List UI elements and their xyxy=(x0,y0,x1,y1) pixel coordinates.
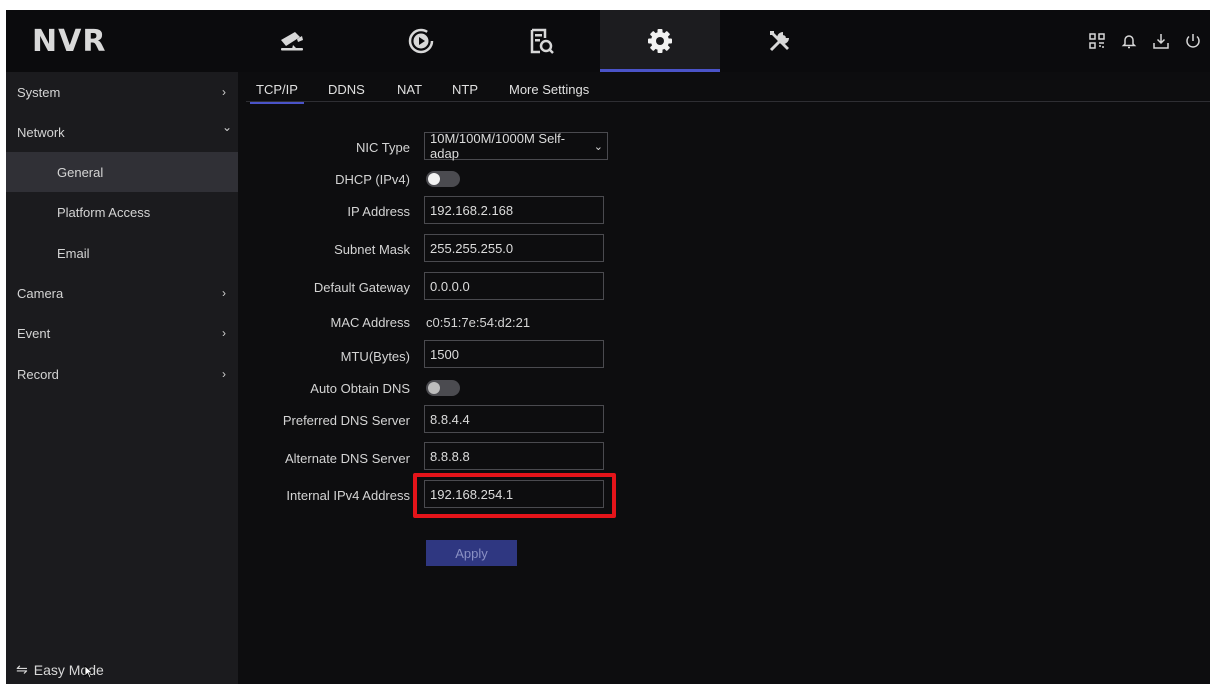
ip-address-label: IP Address xyxy=(347,204,410,219)
ip-address-field[interactable]: 192.168.2.168 xyxy=(424,196,604,224)
mouse-cursor-icon xyxy=(84,665,94,679)
mac-address-label: MAC Address xyxy=(330,315,410,330)
nav-tab-file-search[interactable] xyxy=(480,10,600,72)
auto-dns-label: Auto Obtain DNS xyxy=(310,381,410,396)
chevron-right-icon: › xyxy=(222,367,226,381)
sidebar-item-label: Network xyxy=(17,124,65,140)
nav-tab-configuration[interactable] xyxy=(600,10,720,72)
sidebar-item-system[interactable]: System › xyxy=(6,72,238,112)
tab-nat[interactable]: NAT xyxy=(397,82,422,97)
nvr-logo: NVR xyxy=(32,24,107,59)
subnet-mask-field[interactable]: 255.255.255.0 xyxy=(424,234,604,262)
download-icon[interactable] xyxy=(1152,32,1170,50)
playback-icon xyxy=(408,28,434,54)
nav-tab-live-view[interactable] xyxy=(232,10,352,72)
nic-type-label: NIC Type xyxy=(356,140,410,155)
default-gateway-label: Default Gateway xyxy=(313,280,410,295)
alternate-dns-field[interactable]: 8.8.8.8 xyxy=(424,442,604,470)
tab-ddns[interactable]: DDNS xyxy=(328,82,365,97)
sidebar-item-camera[interactable]: Camera › xyxy=(6,273,238,313)
qr-code-icon[interactable] xyxy=(1088,32,1106,50)
sidebar-item-label: Camera xyxy=(17,285,64,301)
sidebar-item-record[interactable]: Record › xyxy=(6,354,238,394)
tab-ntp[interactable]: NTP xyxy=(452,82,478,97)
preferred-dns-label: Preferred DNS Server xyxy=(282,413,410,428)
sidebar-item-email[interactable]: Email xyxy=(6,233,238,273)
subnet-mask-label: Subnet Mask xyxy=(334,242,410,257)
power-icon[interactable] xyxy=(1184,32,1202,50)
top-right-toolbar xyxy=(1088,32,1202,50)
alternate-dns-value: 8.8.8.8 xyxy=(430,448,470,464)
file-search-icon xyxy=(530,28,554,54)
chevron-down-icon: ⌄ xyxy=(593,140,603,153)
chevron-right-icon: › xyxy=(222,85,226,99)
default-gateway-field[interactable]: 0.0.0.0 xyxy=(424,272,604,300)
bell-icon[interactable] xyxy=(1120,32,1138,50)
mtu-field[interactable]: 1500 xyxy=(424,340,604,368)
gear-icon xyxy=(648,29,672,53)
sidebar-item-event[interactable]: Event › xyxy=(6,313,238,353)
sidebar-item-label: Record xyxy=(17,366,59,382)
mtu-label: MTU(Bytes) xyxy=(340,349,410,364)
ip-address-value: 192.168.2.168 xyxy=(430,202,514,218)
dhcp-label: DHCP (IPv4) xyxy=(335,172,410,187)
apply-button[interactable]: Apply xyxy=(426,540,517,566)
chevron-right-icon: › xyxy=(222,326,226,340)
tools-icon xyxy=(769,31,789,52)
sidebar-item-label: Email xyxy=(57,245,90,261)
internal-ipv4-label: Internal IPv4 Address xyxy=(286,488,410,503)
sidebar-item-label: System xyxy=(17,84,61,100)
tab-tcp-ip[interactable]: TCP/IP xyxy=(250,82,304,104)
auto-dns-toggle[interactable] xyxy=(426,380,460,396)
default-gateway-value: 0.0.0.0 xyxy=(430,278,470,294)
subtab-bar: TCP/IP DDNS NAT NTP More Settings xyxy=(246,72,1210,104)
preferred-dns-value: 8.8.4.4 xyxy=(430,411,470,427)
nav-tab-maintenance[interactable] xyxy=(720,10,840,72)
swap-icon: ⇋ xyxy=(16,661,28,677)
sidebar-item-label: Platform Access xyxy=(57,204,151,220)
nic-type-select[interactable]: 10M/100M/1000M Self-adap ⌄ xyxy=(424,131,608,161)
sidebar-item-platform-access[interactable]: Platform Access xyxy=(6,192,238,232)
mac-address-value: c0:51:7e:54:d2:21 xyxy=(426,315,531,330)
dhcp-toggle[interactable] xyxy=(426,171,460,187)
alternate-dns-label: Alternate DNS Server xyxy=(285,451,410,466)
preferred-dns-field[interactable]: 8.8.4.4 xyxy=(424,405,604,433)
chevron-right-icon: › xyxy=(222,286,226,300)
sidebar-item-label: General xyxy=(57,164,104,180)
camera-icon xyxy=(281,32,303,51)
sidebar: System › Network ⌄ General Platform Acce… xyxy=(6,72,238,684)
internal-ipv4-field[interactable]: 192.168.254.1 xyxy=(424,480,604,508)
nav-tab-playback[interactable] xyxy=(361,10,481,72)
mtu-value: 1500 xyxy=(430,346,459,362)
nvr-window: NVR System › Network ⌄ General Platform … xyxy=(6,10,1210,684)
subnet-mask-value: 255.255.255.0 xyxy=(430,240,514,256)
sidebar-item-label: Event xyxy=(17,325,51,341)
top-bar: NVR xyxy=(6,10,1210,72)
chevron-down-icon: ⌄ xyxy=(222,120,233,134)
tab-more-settings[interactable]: More Settings xyxy=(509,82,589,97)
sidebar-item-network[interactable]: Network ⌄ xyxy=(6,112,238,152)
internal-ipv4-value: 192.168.254.1 xyxy=(430,486,514,502)
sidebar-item-general[interactable]: General xyxy=(6,152,238,192)
nic-type-value: 10M/100M/1000M Self-adap xyxy=(430,131,566,161)
